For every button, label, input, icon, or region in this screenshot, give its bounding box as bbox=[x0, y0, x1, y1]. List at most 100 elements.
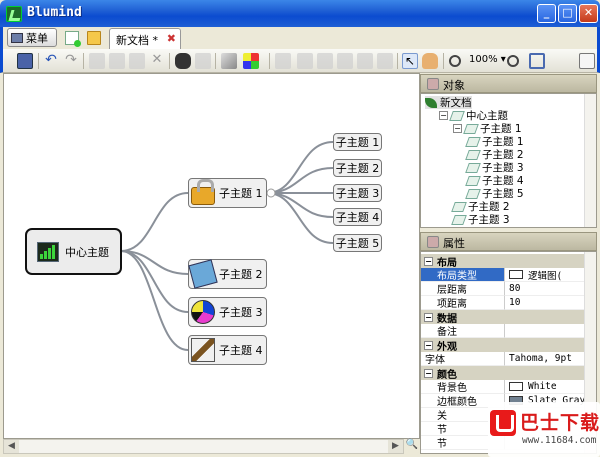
scroll-left-icon[interactable]: ◀ bbox=[4, 440, 19, 453]
zoom-out-icon[interactable] bbox=[449, 55, 461, 67]
format-painter-icon[interactable] bbox=[221, 53, 237, 69]
property-name: 字体 bbox=[421, 352, 505, 366]
menu-icon bbox=[11, 32, 23, 43]
tree-item[interactable]: 新文档 bbox=[425, 96, 472, 109]
zoom-level[interactable]: 100% ▾ bbox=[469, 54, 506, 65]
object-tree[interactable]: 新文档 − 中心主题 − 子主题 1 子主题 1 子主题 2 子主题 3 子主题 4 子主题 5子… bbox=[420, 93, 597, 228]
copy-icon[interactable] bbox=[109, 53, 125, 69]
paste-icon[interactable] bbox=[129, 53, 145, 69]
subtopic-node-3[interactable]: 子主题 3 bbox=[333, 184, 382, 202]
color-palette-icon[interactable] bbox=[243, 53, 259, 69]
delete-icon[interactable]: ✕ bbox=[149, 53, 165, 69]
zoom-corner-icon[interactable]: 🔍 bbox=[404, 439, 420, 454]
collapse-icon[interactable]: − bbox=[424, 340, 433, 350]
mindmap-canvas[interactable]: 中心主题 子主题 1 子主题 2 子主题 3 子主题 4 子主题 1 子主题 2… bbox=[3, 73, 420, 439]
toolbar: ↶ ↷ ✕ ↖ 100% ▾ bbox=[0, 49, 600, 73]
topic-label: 子主题 1 bbox=[219, 187, 263, 200]
lock-icon bbox=[191, 179, 215, 205]
topic-label: 子主题 3 bbox=[219, 306, 263, 319]
collapse-icon[interactable]: − bbox=[453, 124, 462, 133]
property-category[interactable]: − 数据 bbox=[421, 310, 586, 325]
comment-icon[interactable] bbox=[357, 53, 373, 69]
tree-scrollbar[interactable] bbox=[584, 94, 596, 227]
open-folder-icon[interactable] bbox=[87, 31, 101, 45]
fit-window-icon[interactable] bbox=[529, 53, 545, 69]
attach-icon[interactable] bbox=[337, 53, 353, 69]
property-value-text: White bbox=[528, 381, 557, 392]
topic-icon bbox=[465, 188, 481, 199]
objects-panel-title: 对象 bbox=[443, 79, 465, 92]
topic-icon bbox=[465, 175, 481, 186]
collapse-icon[interactable]: − bbox=[424, 256, 433, 266]
subtopic-node-2[interactable]: 子主题 2 bbox=[333, 159, 382, 177]
property-category[interactable]: − 布局 bbox=[421, 254, 586, 269]
property-row[interactable]: 背景色 White bbox=[421, 380, 586, 394]
add-subtopic-icon[interactable] bbox=[297, 53, 313, 69]
property-value[interactable]: 逻辑图( bbox=[505, 268, 586, 282]
objects-panel-icon bbox=[427, 78, 439, 90]
sms-phone-icon bbox=[188, 259, 218, 289]
property-row[interactable]: 项距离 10 bbox=[421, 296, 586, 310]
collapse-icon[interactable]: − bbox=[439, 111, 448, 120]
property-name: 布局类型 bbox=[421, 268, 505, 282]
tab-new-document[interactable]: 新文档 * ✖ bbox=[109, 28, 181, 49]
add-topic-icon[interactable] bbox=[275, 53, 291, 69]
property-row[interactable]: 备注 bbox=[421, 324, 586, 338]
redo-icon[interactable]: ↷ bbox=[63, 53, 79, 69]
property-value[interactable]: Tahoma, 9pt bbox=[505, 352, 586, 366]
toggle-panel-icon[interactable] bbox=[579, 53, 595, 69]
topic-icon bbox=[451, 214, 467, 225]
property-value[interactable] bbox=[505, 324, 586, 338]
property-row[interactable]: 层距离 80 bbox=[421, 282, 586, 296]
topic-icon bbox=[449, 110, 465, 121]
tab-close-icon[interactable]: ✖ bbox=[167, 32, 176, 45]
tree-item-label: 子主题 3 bbox=[468, 214, 510, 226]
tab-label: 新文档 * bbox=[116, 34, 158, 47]
property-value[interactable]: 80 bbox=[505, 282, 586, 296]
select-pointer-icon[interactable]: ↖ bbox=[402, 53, 418, 69]
close-button[interactable]: ✕ bbox=[579, 4, 598, 23]
undo-icon[interactable]: ↶ bbox=[43, 53, 59, 69]
link-line-icon[interactable] bbox=[317, 53, 333, 69]
property-category[interactable]: − 颜色 bbox=[421, 366, 586, 381]
topic-node-4[interactable]: 子主题 4 bbox=[188, 335, 267, 365]
scroll-right-icon[interactable]: ▶ bbox=[388, 440, 403, 453]
watermark-url: www.11684.com bbox=[522, 435, 597, 446]
replace-icon[interactable] bbox=[195, 53, 211, 69]
subtopic-label: 子主题 1 bbox=[335, 136, 380, 149]
properties-panel-header: 属性 bbox=[420, 232, 597, 251]
property-name: 层距离 bbox=[421, 282, 505, 296]
subtopic-node-1[interactable]: 子主题 1 bbox=[333, 133, 382, 151]
zoom-in-icon[interactable] bbox=[507, 55, 519, 67]
minimize-button[interactable]: _ bbox=[537, 4, 556, 23]
topic-node-3[interactable]: 子主题 3 bbox=[188, 297, 267, 327]
maximize-button[interactable]: □ bbox=[558, 4, 577, 23]
new-document-icon[interactable] bbox=[65, 31, 81, 47]
find-icon[interactable] bbox=[175, 53, 191, 69]
property-row[interactable]: 布局类型 逻辑图( bbox=[421, 268, 586, 282]
collapse-icon[interactable]: − bbox=[424, 368, 433, 378]
property-row[interactable]: 字体 Tahoma, 9pt bbox=[421, 352, 586, 366]
subtopic-node-4[interactable]: 子主题 4 bbox=[333, 208, 382, 226]
horizontal-scrollbar[interactable]: ◀ ▶ bbox=[3, 439, 404, 454]
property-value[interactable]: White bbox=[505, 380, 586, 394]
property-name: 备注 bbox=[421, 324, 505, 338]
property-value[interactable]: 10 bbox=[505, 296, 586, 310]
property-category[interactable]: − 外观 bbox=[421, 338, 586, 353]
window-title: Blumind bbox=[27, 5, 82, 20]
watermark-title: 巴士下载 bbox=[520, 412, 600, 434]
topic-node-2[interactable]: 子主题 2 bbox=[188, 259, 267, 289]
subtopic-node-5[interactable]: 子主题 5 bbox=[333, 234, 382, 252]
collapse-icon[interactable]: − bbox=[424, 312, 433, 322]
label-icon[interactable] bbox=[377, 53, 393, 69]
topic-label: 子主题 2 bbox=[219, 268, 263, 281]
menu-button[interactable]: 菜单 bbox=[7, 28, 57, 47]
save-icon[interactable] bbox=[17, 53, 33, 69]
topic-node-1[interactable]: 子主题 1 bbox=[188, 178, 267, 208]
cut-icon[interactable] bbox=[89, 53, 105, 69]
tree-item[interactable]: 子主题 3 bbox=[451, 213, 510, 226]
menu-label: 菜单 bbox=[26, 31, 48, 45]
central-topic-node[interactable]: 中心主题 bbox=[25, 228, 122, 275]
pan-hand-icon[interactable] bbox=[422, 53, 438, 69]
property-value-text: Tahoma, 9pt bbox=[509, 353, 572, 364]
